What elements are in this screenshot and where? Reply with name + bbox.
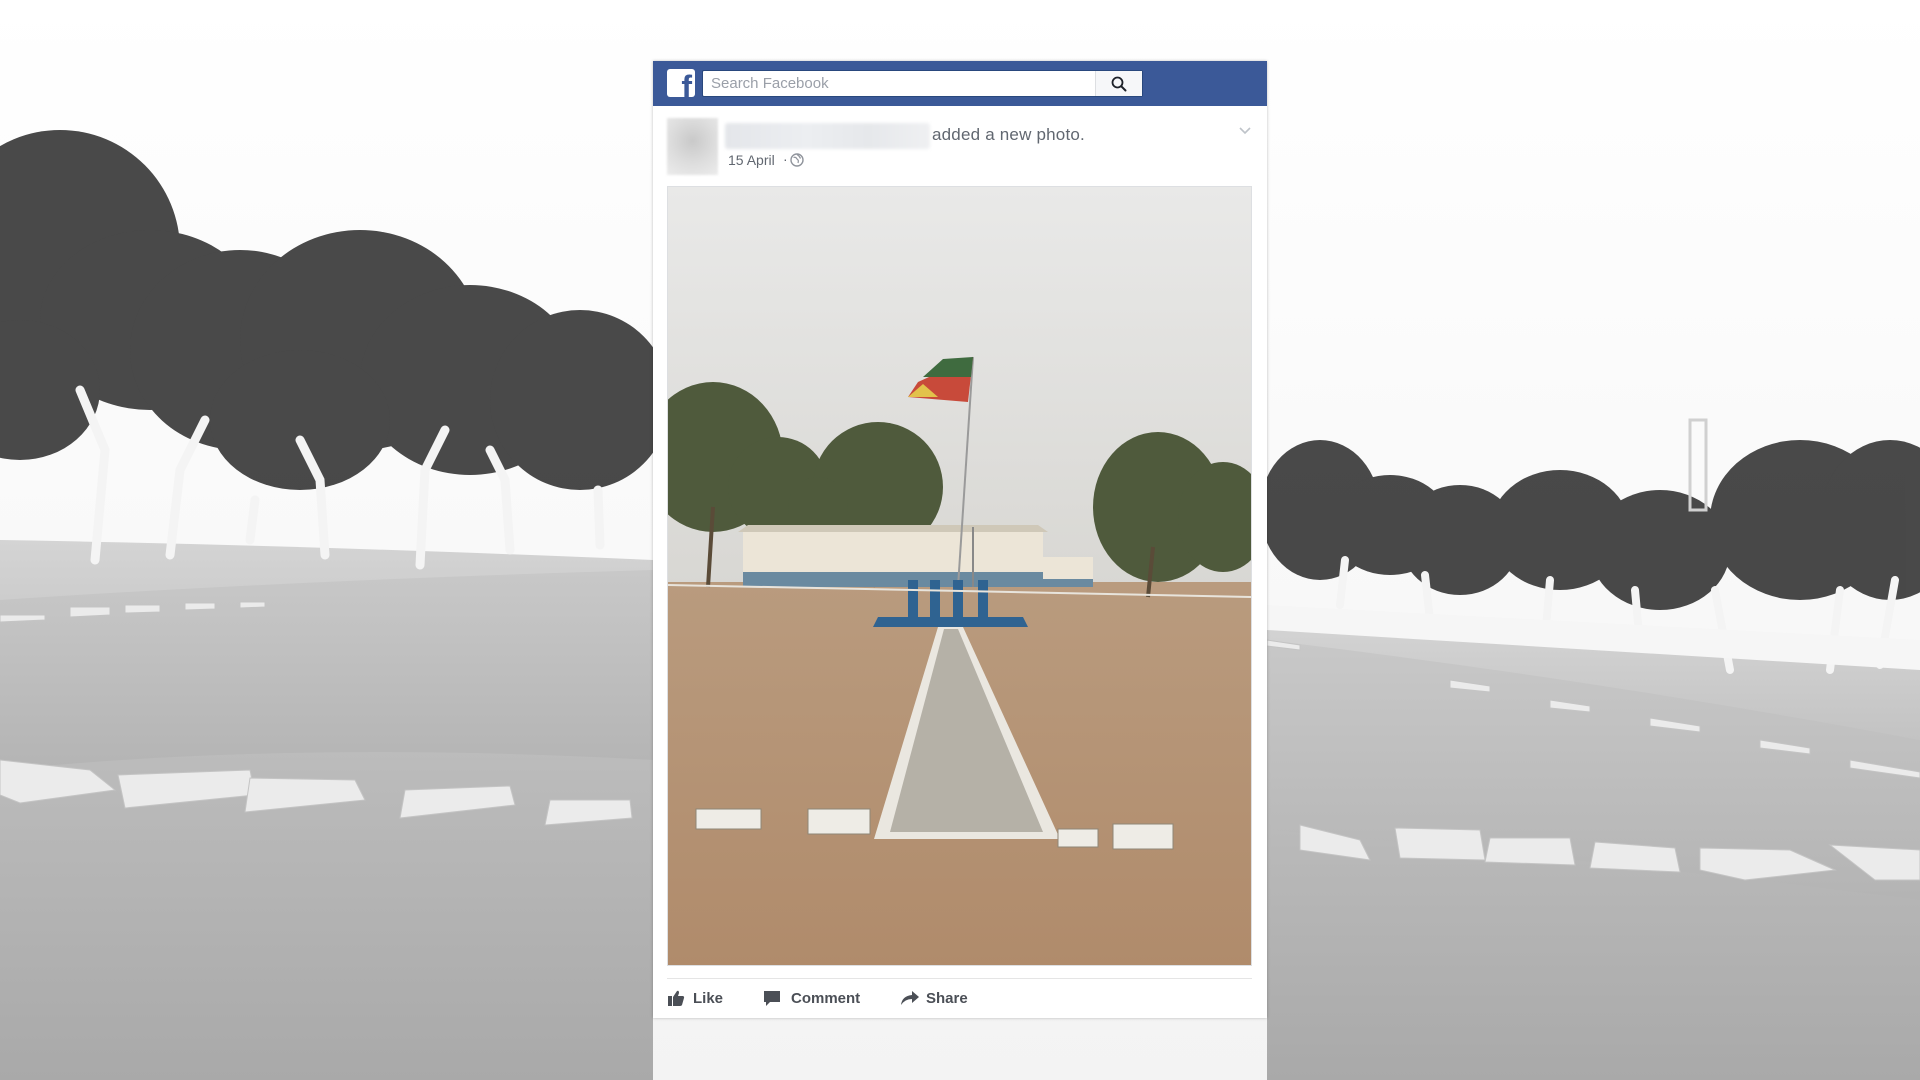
date-separator: ·	[783, 151, 788, 167]
like-button[interactable]: Like	[667, 987, 747, 1011]
post-action-bar: Like Comment Share	[667, 978, 1252, 1017]
share-icon	[901, 991, 919, 1005]
comment-button[interactable]: Comment	[763, 987, 873, 1011]
search-box	[702, 70, 1143, 97]
facebook-logo-icon[interactable]: f	[667, 69, 695, 97]
photo-parade-ground-flag	[668, 187, 1251, 965]
search-input[interactable]	[703, 71, 1119, 96]
comment-icon	[764, 991, 780, 1006]
author-name-redacted[interactable]	[725, 123, 930, 149]
globe-icon[interactable]	[790, 153, 804, 167]
thumbs-up-icon	[668, 990, 685, 1006]
post-photo[interactable]	[667, 186, 1252, 966]
comment-label: Comment	[791, 990, 861, 1007]
post-action-text: added a new photo.	[932, 125, 1085, 144]
search-icon	[1111, 76, 1127, 92]
share-label: Share	[926, 990, 968, 1007]
chevron-down-icon[interactable]	[1238, 126, 1252, 136]
facebook-top-bar: f	[653, 61, 1267, 106]
like-label: Like	[693, 990, 724, 1007]
search-button[interactable]	[1095, 71, 1142, 96]
facebook-post-card: f added a new photo. 15 April ·	[653, 61, 1267, 1018]
author-avatar[interactable]	[667, 118, 718, 175]
share-button[interactable]: Share	[900, 987, 980, 1011]
post-date[interactable]: 15 April	[728, 152, 775, 168]
